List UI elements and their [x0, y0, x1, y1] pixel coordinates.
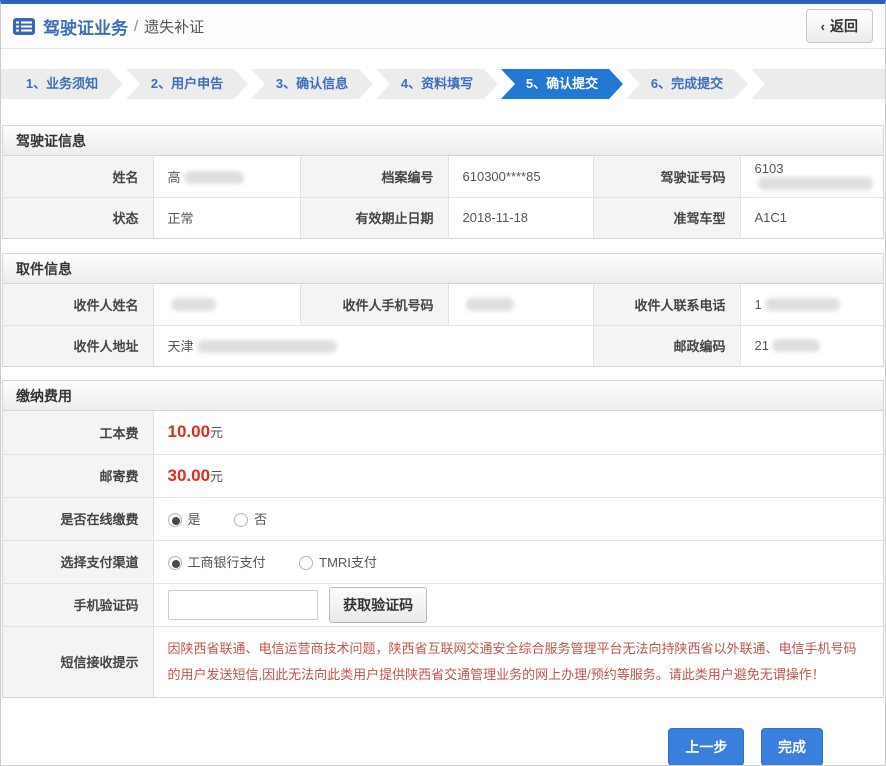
recipient-tel-label: 收件人联系电话: [593, 284, 740, 325]
recipient-name-label: 收件人姓名: [3, 284, 153, 325]
table-row: 手机验证码 获取验证码: [3, 583, 883, 626]
status-value: 正常: [153, 197, 300, 238]
back-button-label: 返回: [830, 16, 858, 36]
vehicle-type-label: 准驾车型: [593, 197, 740, 238]
redacted-value: [772, 339, 820, 352]
sms-code-label: 手机验证码: [3, 583, 153, 626]
redacted-value: [184, 171, 244, 184]
postal-code-value: 21: [740, 325, 883, 366]
redacted-value: [758, 177, 873, 190]
license-no-value: 6103: [740, 156, 883, 197]
step-wizard: 1、业务须知2、用户申告3、确认信息4、资料填写5、确认提交6、完成提交: [1, 69, 885, 99]
redacted-value: [197, 340, 337, 353]
status-label: 状态: [3, 197, 153, 238]
table-row: 状态 正常 有效期止日期 2018-11-18 准驾车型 A1C1: [3, 197, 883, 238]
radio-no[interactable]: [234, 513, 248, 527]
wizard-step-3[interactable]: 3、确认信息: [251, 69, 373, 99]
payment-section-title: 缴纳费用: [3, 381, 883, 411]
pay-channel-options: 工商银行支付 TMRI支付: [153, 540, 883, 583]
radio-no-label[interactable]: 否: [254, 512, 267, 527]
online-pay-label: 是否在线缴费: [3, 497, 153, 540]
radio-icbc[interactable]: [168, 556, 182, 570]
license-section-title: 驾驶证信息: [3, 126, 883, 156]
radio-tmri[interactable]: [299, 556, 313, 570]
address-label: 收件人地址: [3, 325, 153, 366]
table-row: 邮寄费 30.00元: [3, 454, 883, 497]
license-info-table: 姓名 高 档案编号 610300****85 驾驶证号码 6103 状态 正常 …: [3, 156, 883, 238]
wizard-filler: [751, 69, 885, 99]
work-fee-value: 10.00元: [153, 411, 883, 454]
table-row: 收件人地址 天津 邮政编码 21: [3, 325, 883, 366]
back-button[interactable]: ‹ 返回: [806, 9, 873, 43]
pickup-section-title: 取件信息: [3, 254, 883, 284]
wizard-step-4[interactable]: 4、资料填写: [376, 69, 498, 99]
table-row: 选择支付渠道 工商银行支付 TMRI支付: [3, 540, 883, 583]
postage-fee-label: 邮寄费: [3, 454, 153, 497]
expiry-value: 2018-11-18: [448, 197, 593, 238]
sms-notice-text: 因陕西省联通、电信运营商技术问题，陕西省互联网交通安全综合服务管理平台无法向持陕…: [153, 626, 883, 697]
form-list-icon: [13, 18, 35, 35]
radio-yes-label[interactable]: 是: [188, 512, 201, 527]
get-code-button[interactable]: 获取验证码: [329, 587, 427, 623]
page-header: 驾驶证业务 / 遗失补证 ‹ 返回: [1, 4, 885, 49]
wizard-step-6[interactable]: 6、完成提交: [626, 69, 748, 99]
online-pay-options: 是 否: [153, 497, 883, 540]
table-row: 工本费 10.00元: [3, 411, 883, 454]
recipient-tel-value: 1: [740, 284, 883, 325]
name-value: 高: [153, 156, 300, 197]
pickup-info-table: 收件人姓名 收件人手机号码 收件人联系电话 1 收件人地址 天津 邮政编码 21: [3, 284, 883, 366]
breadcrumb-current: 遗失补证: [144, 16, 204, 37]
breadcrumb-separator: /: [134, 18, 138, 35]
radio-yes[interactable]: [168, 513, 182, 527]
footer-actions: 上一步 完成: [1, 728, 885, 766]
sms-notice-label: 短信接收提示: [3, 626, 153, 697]
work-fee-label: 工本费: [3, 411, 153, 454]
sms-code-field: 获取验证码: [153, 583, 883, 626]
redacted-value: [171, 298, 216, 311]
finish-button[interactable]: 完成: [761, 728, 823, 766]
postal-code-label: 邮政编码: [593, 325, 740, 366]
expiry-label: 有效期止日期: [300, 197, 448, 238]
license-info-section: 驾驶证信息 姓名 高 档案编号 610300****85 驾驶证号码 6103 …: [2, 125, 884, 239]
table-row: 收件人姓名 收件人手机号码 收件人联系电话 1: [3, 284, 883, 325]
wizard-step-2[interactable]: 2、用户申告: [126, 69, 248, 99]
table-row: 是否在线缴费 是 否: [3, 497, 883, 540]
wizard-step-5[interactable]: 5、确认提交: [501, 69, 623, 99]
name-label: 姓名: [3, 156, 153, 197]
page-title: 驾驶证业务: [43, 14, 128, 39]
recipient-mobile-label: 收件人手机号码: [300, 284, 448, 325]
page-container: 驾驶证业务 / 遗失补证 ‹ 返回 1、业务须知2、用户申告3、确认信息4、资料…: [0, 0, 886, 766]
address-value: 天津: [153, 325, 593, 366]
redacted-value: [765, 298, 840, 311]
radio-icbc-label[interactable]: 工商银行支付: [188, 555, 266, 570]
payment-section: 缴纳费用 工本费 10.00元 邮寄费 30.00元 是否在线缴费 是 否 选择…: [2, 380, 884, 698]
recipient-mobile-value: [448, 284, 593, 325]
postage-fee-value: 30.00元: [153, 454, 883, 497]
license-no-label: 驾驶证号码: [593, 156, 740, 197]
redacted-value: [466, 298, 514, 311]
table-row: 姓名 高 档案编号 610300****85 驾驶证号码 6103: [3, 156, 883, 197]
payment-table: 工本费 10.00元 邮寄费 30.00元 是否在线缴费 是 否 选择支付渠道 …: [3, 411, 883, 697]
previous-step-button[interactable]: 上一步: [668, 728, 744, 766]
archive-no-label: 档案编号: [300, 156, 448, 197]
wizard-step-1[interactable]: 1、业务须知: [1, 69, 123, 99]
sms-code-input[interactable]: [168, 590, 318, 620]
chevron-left-icon: ‹: [821, 19, 825, 34]
table-row: 短信接收提示 因陕西省联通、电信运营商技术问题，陕西省互联网交通安全综合服务管理…: [3, 626, 883, 697]
archive-no-value: 610300****85: [448, 156, 593, 197]
pickup-info-section: 取件信息 收件人姓名 收件人手机号码 收件人联系电话 1 收件人地址 天津 邮政…: [2, 253, 884, 367]
recipient-name-value: [153, 284, 300, 325]
vehicle-type-value: A1C1: [740, 197, 883, 238]
pay-channel-label: 选择支付渠道: [3, 540, 153, 583]
radio-tmri-label[interactable]: TMRI支付: [319, 555, 377, 570]
